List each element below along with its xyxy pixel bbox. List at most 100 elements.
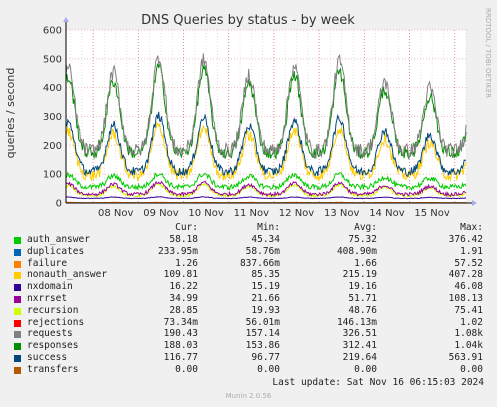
legend-swatch [14, 355, 21, 362]
legend-max: 108.13 [448, 293, 483, 304]
legend-max: 1.02 [460, 316, 483, 328]
legend-cur: 34.99 [169, 293, 198, 304]
legend-min: 96.77 [251, 352, 280, 363]
x-tick-label: 13 Nov [324, 208, 360, 219]
legend-avg: 215.19 [342, 269, 377, 281]
x-tick-label: 10 Nov [188, 208, 224, 219]
legend-swatch [14, 366, 21, 374]
legend-header-cur: Cur: [175, 222, 198, 233]
legend-max: 407.28 [448, 269, 483, 281]
legend-series-name: duplicates [27, 245, 85, 257]
legend-avg: 19.16 [348, 281, 377, 293]
legend-min: 0.00 [257, 363, 280, 375]
legend-avg: 1.66 [354, 257, 377, 269]
legend-cur: 28.85 [169, 304, 198, 316]
legend-row-requests: requests 190.43 157.14 326.51 1.08k [0, 328, 497, 340]
legend-min: 21.66 [251, 293, 280, 304]
legend-series-name: failure [27, 257, 68, 269]
legend-max: 57.52 [454, 257, 483, 269]
legend-min: 153.86 [245, 340, 280, 352]
x-tick-label: 15 Nov [414, 208, 450, 219]
legend-swatch [14, 319, 21, 327]
legend-series-name: recursion [27, 304, 79, 316]
legend-row-recursion: recursion 28.85 19.93 48.76 75.41 [0, 305, 497, 317]
legend-row-nonauth-answer: nonauth_answer 109.81 85.35 215.19 407.28 [0, 269, 497, 281]
legend-cur: 233.95m [157, 245, 198, 257]
legend-series-name: responses [27, 340, 79, 352]
legend-cur: 109.81 [163, 269, 198, 281]
legend-min: 45.34 [251, 234, 280, 245]
legend-row-nxrrset: nxrrset 34.99 21.66 51.71 108.13 [0, 293, 497, 305]
legend-series-name: success [27, 352, 68, 363]
legend-series-name: rejections [27, 316, 85, 328]
legend-cur: 116.77 [163, 352, 198, 363]
legend-max: 1.91 [460, 245, 483, 257]
legend-swatch [14, 260, 21, 268]
legend-cur: 188.03 [163, 340, 198, 352]
x-tick-label: 11 Nov [234, 208, 270, 219]
x-axis-arrow-icon [472, 200, 477, 206]
legend-cur: 73.34m [163, 316, 198, 328]
legend-swatch [14, 296, 21, 303]
y-tick-label: 400 [43, 83, 62, 94]
legend-avg: 51.71 [348, 293, 377, 304]
legend-min: 58.76m [245, 245, 280, 257]
y-tick-label: 0 [56, 199, 62, 210]
legend-min: 837.66m [239, 257, 280, 269]
grid [66, 29, 467, 204]
legend-header-max: Max: [460, 222, 483, 233]
legend-avg: 408.90m [336, 245, 377, 257]
legend-cur: 190.43 [163, 328, 198, 340]
legend-header-min: Min: [257, 222, 280, 233]
y-tick-label: 600 [43, 26, 62, 37]
legend-max: 1.08k [454, 328, 483, 340]
legend-avg: 0.00 [354, 363, 377, 375]
legend-row-failure: failure 1.26 837.66m 1.66 57.52 [0, 258, 497, 270]
legend-max: 0.00 [460, 363, 483, 375]
y-axis-label: queries / second [4, 68, 17, 159]
legend-series-name: requests [27, 328, 73, 340]
legend-swatch [14, 237, 21, 244]
chart: DNS Queries by status - by week queries … [4, 8, 492, 219]
legend-series-name: nxrrset [27, 293, 68, 304]
legend-avg: 75.32 [348, 234, 377, 245]
legend-avg: 312.41 [342, 340, 377, 352]
x-tick-label: 12 Nov [279, 208, 315, 219]
legend-avg: 146.13m [336, 316, 377, 328]
legend-row-rejections: rejections 73.34m 56.01m 146.13m 1.02 [0, 317, 497, 329]
legend-row-success: success 116.77 96.77 219.64 563.91 [0, 352, 497, 364]
y-tick-label: 500 [43, 54, 62, 65]
legend-swatch [14, 284, 21, 292]
footer: Munin 2.0.56 [225, 392, 272, 400]
x-tick-label: 14 Nov [369, 208, 405, 219]
legend-series-name: auth_answer [27, 234, 90, 245]
y-tick-label: 100 [43, 170, 62, 181]
chart-title: DNS Queries by status - by week [141, 13, 355, 28]
legend-min: 85.35 [251, 269, 280, 281]
legend-cur: 1.26 [175, 257, 198, 269]
legend-row-responses: responses 188.03 153.86 312.41 1.04k [0, 340, 497, 352]
legend-min: 56.01m [245, 316, 280, 328]
legend-swatch [14, 248, 21, 256]
legend-header-avg: Avg: [354, 222, 377, 233]
x-tick-label: 08 Nov [98, 208, 134, 219]
legend-min: 19.93 [251, 304, 280, 316]
last-update: Last update: Sat Nov 16 06:15:03 2024 [272, 377, 484, 388]
side-label: RRDTOOL / TOBI OETIKER [484, 8, 492, 98]
legend-swatch [14, 331, 21, 339]
legend-max: 563.91 [448, 352, 483, 363]
legend-avg: 219.64 [342, 352, 377, 363]
legend-row-transfers: transfers 0.00 0.00 0.00 0.00 [0, 364, 497, 376]
legend-avg: 326.51 [342, 328, 377, 340]
y-tick-label: 300 [43, 112, 62, 123]
legend-series-name: nonauth_answer [27, 269, 108, 281]
legend-swatch [14, 272, 21, 280]
y-tick-label: 200 [43, 141, 62, 152]
legend-series-name: nxdomain [27, 281, 73, 293]
legend-max: 1.04k [454, 340, 483, 352]
legend-avg: 48.76 [348, 304, 377, 316]
legend-min: 157.14 [245, 328, 280, 340]
legend-row-nxdomain: nxdomain 16.22 15.19 19.16 46.08 [0, 281, 497, 293]
legend-cur: 0.00 [175, 363, 198, 375]
legend-cur: 16.22 [169, 281, 198, 293]
